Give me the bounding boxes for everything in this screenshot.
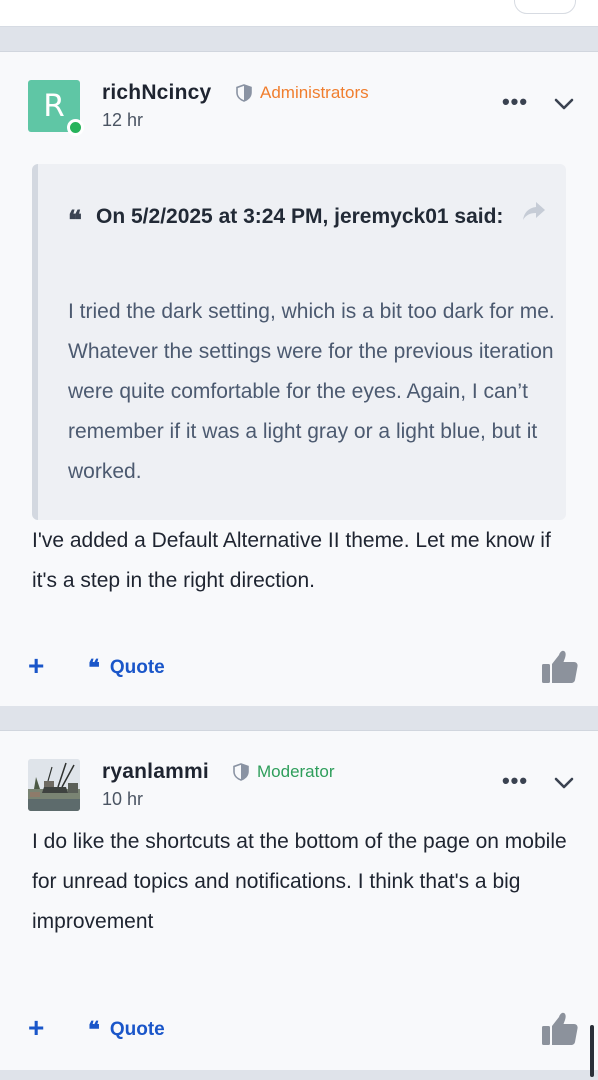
shield-icon: [236, 84, 252, 102]
multiquote-add-button[interactable]: +: [28, 1013, 44, 1043]
post-actions: + ❝ Quote: [0, 649, 598, 689]
post-actions: + ❝ Quote: [0, 1011, 598, 1051]
chevron-down-icon[interactable]: [552, 94, 576, 114]
post-timestamp[interactable]: 12 hr: [102, 110, 143, 131]
quote-body: I tried the dark setting, which is a bit…: [68, 300, 555, 483]
post-richNcincy: R richNcincy 12 hr Administrators ••• ❝ O…: [0, 51, 598, 706]
username-link[interactable]: ryanlammi: [102, 760, 209, 784]
previous-post-card: [0, 0, 598, 27]
more-options-icon: •••: [501, 89, 529, 114]
quote-button[interactable]: ❝ Quote: [88, 657, 165, 679]
share-arrow-icon[interactable]: [522, 200, 546, 222]
role-label: Administrators: [260, 83, 369, 102]
chevron-down-icon[interactable]: [552, 773, 576, 793]
post-content: I do like the shortcuts at the bottom of…: [32, 830, 567, 933]
online-status-indicator: [67, 119, 84, 136]
quote-button[interactable]: ❝ Quote: [88, 1019, 165, 1041]
role-label: Moderator: [257, 762, 335, 781]
shield-icon: [233, 763, 249, 781]
post-ryanlammi: ryanlammi 10 hr Moderator ••• I do like …: [0, 730, 598, 1070]
role-badge: Administrators: [236, 83, 369, 103]
username-link[interactable]: richNcincy: [102, 81, 211, 105]
avatar[interactable]: [28, 759, 80, 811]
more-options-button[interactable]: •••: [501, 768, 529, 793]
quote-mark-icon: ❝: [68, 206, 82, 236]
quote-citation[interactable]: ❝ On 5/2/2025 at 3:24 PM, jeremyck01 said…: [68, 198, 508, 240]
thumbs-up-icon[interactable]: [541, 649, 579, 685]
more-options-icon: •••: [501, 768, 529, 793]
quote-button-label: Quote: [109, 657, 165, 678]
thumbs-up-icon[interactable]: [541, 1011, 579, 1047]
multiquote-add-button[interactable]: +: [28, 651, 44, 681]
post-timestamp[interactable]: 10 hr: [102, 789, 143, 810]
quote-button-label: Quote: [109, 1019, 165, 1040]
previous-post-button[interactable]: [514, 0, 576, 14]
avatar[interactable]: R: [28, 80, 84, 136]
avatar-photo: [28, 759, 80, 811]
quote-mark-icon: ❝: [88, 655, 100, 681]
scrollbar-thumb[interactable]: [590, 1025, 594, 1077]
post-content: I've added a Default Alternative II them…: [32, 529, 551, 592]
quote-mark-icon: ❝: [88, 1017, 100, 1043]
more-options-button[interactable]: •••: [501, 89, 529, 114]
role-badge: Moderator: [233, 762, 334, 782]
quote-block: ❝ On 5/2/2025 at 3:24 PM, jeremyck01 said…: [32, 164, 566, 520]
